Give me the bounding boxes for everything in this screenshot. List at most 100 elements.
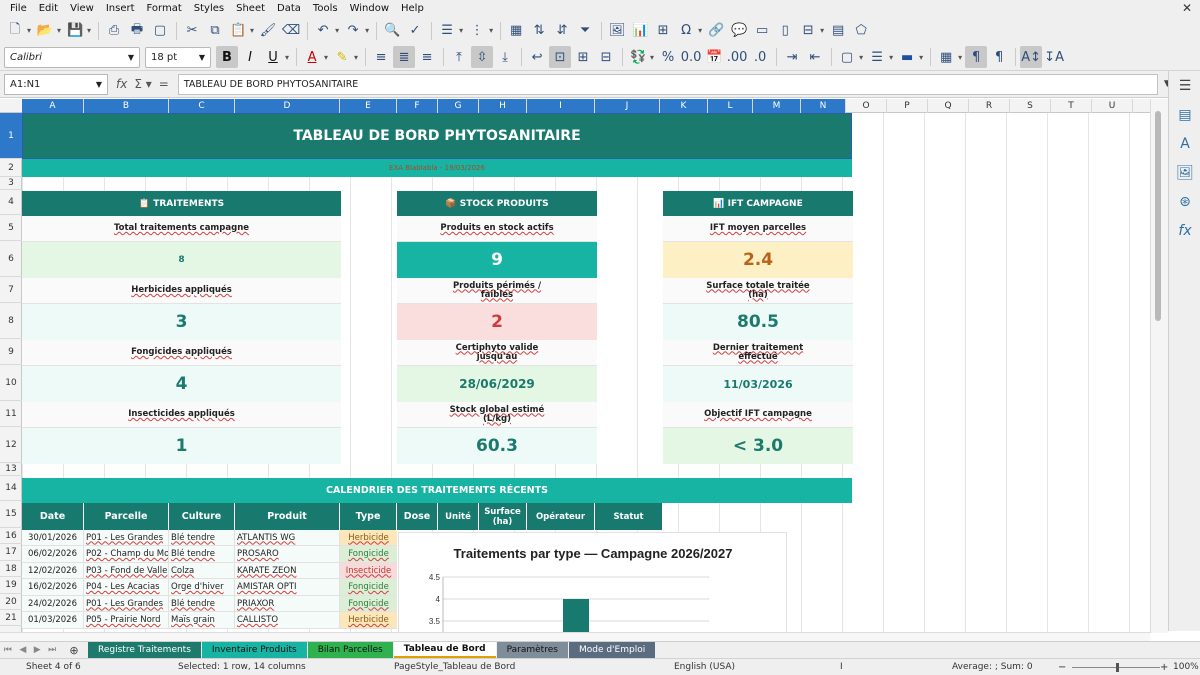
column-header[interactable]: N (801, 99, 846, 113)
column-header[interactable]: O (846, 99, 887, 113)
text-horizontal-icon[interactable]: A↕ (1020, 46, 1043, 68)
column-header[interactable]: D (235, 99, 340, 113)
undo-icon[interactable]: ↶ (312, 20, 334, 42)
date-format-icon[interactable]: 📅 (703, 46, 725, 68)
column-header[interactable]: K (660, 99, 708, 113)
align-right-icon[interactable]: ≡ (416, 46, 438, 68)
pivot-table-icon[interactable]: ⊞ (652, 20, 674, 42)
decrease-indent-icon[interactable]: ⇤ (804, 46, 826, 68)
menu-data[interactable]: Data (271, 0, 307, 17)
border-style-icon[interactable]: ☰ (866, 46, 888, 68)
kpi-label[interactable]: Produits périmés / faibles (397, 278, 597, 304)
table-cell[interactable]: CALLISTO (235, 612, 340, 629)
kpi-value[interactable]: 8 (22, 242, 341, 278)
table-cell[interactable]: P01 - Les Grandes (84, 596, 169, 612)
formula-icon[interactable]: = (159, 77, 169, 91)
column-header[interactable]: J (595, 99, 660, 113)
hamburger-menu-icon[interactable]: ☰ (1169, 71, 1200, 100)
print-icon[interactable]: 🖶 (126, 20, 148, 42)
clear-formatting-icon[interactable]: ⌫ (280, 20, 302, 42)
headers-footers-icon[interactable]: ▭ (751, 20, 773, 42)
font-color-icon[interactable]: A (301, 46, 323, 68)
conditional-format-icon[interactable]: ▦ (935, 46, 957, 68)
open-icon[interactable]: 📂 (34, 20, 56, 42)
text-vertical-icon[interactable]: ↧A (1043, 46, 1065, 68)
function-wizard-icon[interactable]: fx (116, 77, 127, 91)
redo-icon[interactable]: ↷ (342, 20, 364, 42)
kpi-value[interactable]: 28/06/2029 (397, 366, 597, 402)
show-draw-functions-icon[interactable]: ⬠ (850, 20, 872, 42)
table-header-cell[interactable]: Type (340, 503, 397, 530)
row-header[interactable]: 7 (0, 277, 22, 303)
table-cell[interactable]: Herbicide (340, 530, 397, 546)
kpi-label[interactable]: Fongicides appliqués (22, 340, 341, 366)
row-header[interactable]: 15 (0, 501, 22, 528)
underline-icon[interactable]: U (262, 46, 284, 68)
split-window-icon[interactable]: ▤ (827, 20, 849, 42)
chart-treatments-by-type[interactable]: Traitements par type — Campagne 2026/202… (398, 532, 787, 633)
row-header[interactable]: 20 (0, 594, 22, 610)
card-header[interactable]: 📋 TRAITEMENTS (22, 191, 341, 216)
column-header[interactable]: B (84, 99, 169, 113)
font-name-combo[interactable]: Calibri ▼ (4, 46, 140, 68)
row-header[interactable]: 11 (0, 401, 22, 427)
column-header[interactable]: G (438, 99, 479, 113)
gallery-icon[interactable]: 🖼 (1169, 158, 1200, 187)
name-box[interactable]: A1:N1 ▼ (4, 73, 108, 95)
first-sheet-icon[interactable]: ⏮ (4, 645, 12, 655)
next-sheet-icon[interactable]: ▶ (34, 645, 41, 655)
save-icon[interactable]: 💾 (64, 20, 86, 42)
spelling-icon[interactable]: ✓ (404, 20, 426, 42)
table-header-cell[interactable]: Opérateur (527, 503, 595, 530)
formula-input[interactable]: TABLEAU DE BORD PHYTOSANITAIRE (177, 73, 1158, 95)
insert-chart-icon[interactable]: 📊 (629, 20, 651, 42)
table-cell[interactable]: P03 - Fond de Valle (84, 563, 169, 579)
menu-styles[interactable]: Styles (188, 0, 230, 17)
table-cell[interactable]: Fongicide (340, 596, 397, 612)
menu-format[interactable]: Format (141, 0, 188, 17)
sheet-tab[interactable]: Bilan Parcelles (307, 642, 393, 658)
sheet-tab[interactable]: Tableau de Bord (393, 642, 496, 658)
kpi-label[interactable]: Stock global estimé (L/kg) (397, 402, 597, 428)
menu-view[interactable]: View (64, 0, 100, 17)
functions-icon[interactable]: fx (1169, 216, 1200, 245)
navigator-icon[interactable]: ⊛ (1169, 187, 1200, 216)
new-document-icon[interactable]: 🗋 (4, 20, 26, 42)
table-cell[interactable]: P02 - Champ du Moulin (84, 546, 169, 563)
special-character-icon[interactable]: Ω (675, 20, 697, 42)
kpi-label[interactable]: Objectif IFT campagne (663, 402, 853, 428)
row-icon[interactable]: ☰ (436, 20, 458, 42)
table-header-cell[interactable]: Unité (438, 503, 479, 530)
sheet-tab[interactable]: Mode d'Emploi (568, 642, 656, 658)
merge-cells-icon[interactable]: ⊞ (572, 46, 594, 68)
table-cell[interactable]: Fongicide (340, 546, 397, 563)
column-header[interactable]: S (1010, 99, 1051, 113)
kpi-label[interactable]: Insecticides appliqués (22, 402, 341, 428)
column-header[interactable]: L (708, 99, 753, 113)
column-header[interactable]: F (397, 99, 438, 113)
table-cell[interactable]: 30/01/2026 (22, 530, 84, 546)
table-cell[interactable]: PRIAXOR (235, 596, 340, 612)
calendar-title[interactable]: CALENDRIER DES TRAITEMENTS RÉCENTS (22, 478, 852, 503)
table-cell[interactable]: Insecticide (340, 563, 397, 579)
row-header[interactable]: 13 (0, 463, 22, 476)
column-header[interactable]: T (1051, 99, 1092, 113)
sort-ascending-icon[interactable]: ⇅ (528, 20, 550, 42)
kpi-label[interactable]: Surface totale traitée (ha) (663, 278, 853, 304)
unmerge-cells-icon[interactable]: ⊟ (595, 46, 617, 68)
kpi-label[interactable]: Total traitements campagne (22, 216, 341, 242)
table-cell[interactable]: ATLANTIS WG (235, 530, 340, 546)
table-cell[interactable]: 01/03/2026 (22, 612, 84, 629)
row-header[interactable]: 6 (0, 241, 22, 277)
vertical-scrollbar[interactable] (1150, 99, 1168, 633)
kpi-value[interactable]: 3 (22, 304, 341, 340)
menu-edit[interactable]: Edit (33, 0, 64, 17)
status-language[interactable]: English (USA) (674, 662, 735, 672)
kpi-value[interactable]: 2 (397, 304, 597, 340)
autofilter-icon[interactable]: ⏷ (574, 20, 596, 42)
insert-mode-icon[interactable]: I (840, 662, 843, 672)
table-cell[interactable]: Orge d'hiver (169, 579, 235, 596)
column-header[interactable]: E (340, 99, 397, 113)
row-header[interactable]: 18 (0, 561, 22, 577)
table-header-cell[interactable]: Culture (169, 503, 235, 530)
